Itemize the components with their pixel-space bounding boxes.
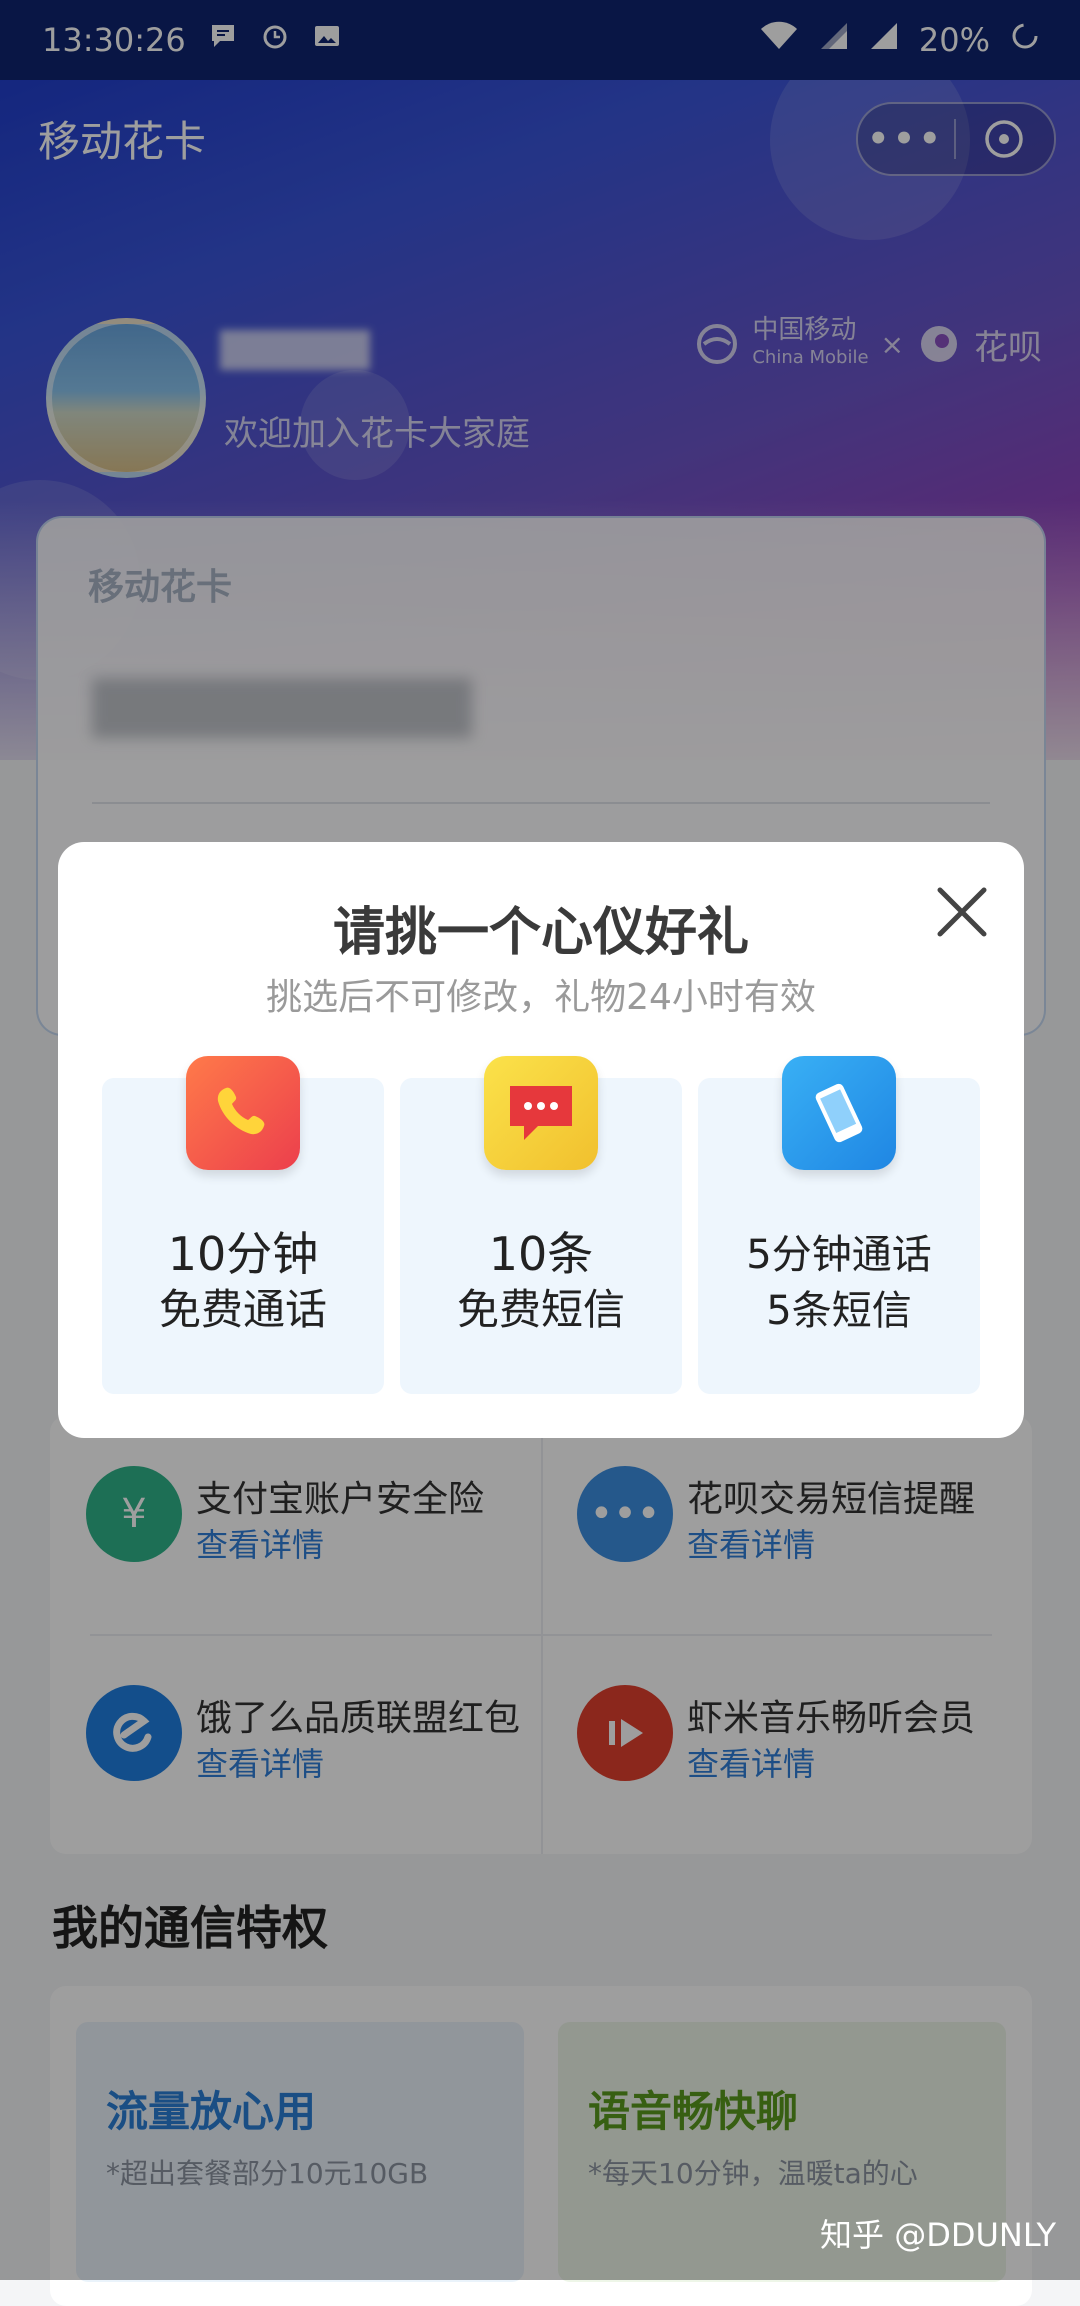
gift-amount: 10分钟 — [167, 1227, 319, 1281]
dialog-subtitle: 挑选后不可修改，礼物24小时有效 — [266, 977, 816, 1018]
gift-type: 免费通话 — [158, 1285, 327, 1334]
message-icon — [484, 1056, 598, 1170]
gift-type: 免费短信 — [456, 1285, 625, 1334]
close-icon — [937, 887, 987, 937]
gift-amount: 10条 — [488, 1227, 594, 1281]
close-dialog-button[interactable] — [930, 880, 994, 944]
mobile-icon — [782, 1056, 896, 1170]
gift-option-sms[interactable]: 10条 免费短信 — [400, 1056, 682, 1394]
watermark: 知乎 @DDUNLY — [820, 2216, 1056, 2254]
gift-option-combo[interactable]: 5分钟通话 5条短信 — [698, 1056, 980, 1394]
gift-type: 5条短信 — [766, 1288, 912, 1334]
phone-icon — [186, 1056, 300, 1170]
dialog-title: 请挑一个心仪好礼 — [332, 903, 749, 963]
gift-amount: 5分钟通话 — [746, 1232, 932, 1278]
gift-selection-dialog: 请挑一个心仪好礼 挑选后不可修改，礼物24小时有效 10分钟 免费通话 10条 … — [58, 842, 1024, 1438]
gift-option-call[interactable]: 10分钟 免费通话 — [102, 1056, 384, 1394]
